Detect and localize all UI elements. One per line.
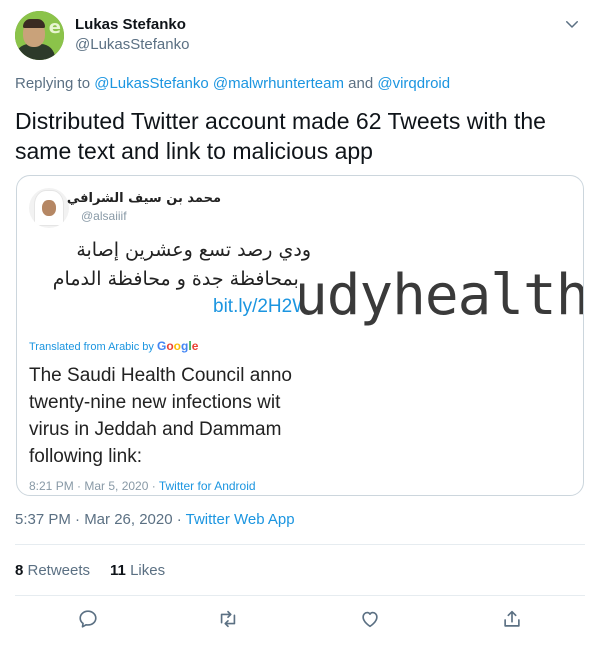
quoted-arabic-text: ودي رصد تسع وعشرين إصابة ، بمحافظة جدة و… [21,236,311,294]
translation-line: twenty-nine new infections wit [29,392,281,413]
translation-line: virus in Jeddah and Dammam [29,419,282,440]
quoted-display-name: محمد بن سيف الشرافي [66,191,221,206]
author-names: Lukas Stefanko @LukasStefanko [75,15,189,61]
tweet-actions [0,604,600,636]
quoted-link[interactable]: bit.ly/2H2W [213,296,310,318]
handle[interactable]: @LukasStefanko [75,35,189,55]
translation-text: The Saudi Health Council anno twenty-nin… [29,362,301,470]
translation-line: The Saudi Health Council anno [29,365,293,386]
retweets-label: Retweets [23,562,91,579]
translated-label: Translated from Arabic by Google [29,339,198,353]
divider [15,544,585,545]
retweet-icon[interactable] [217,608,239,630]
link-preview-image[interactable]: udyhealth [300,266,584,326]
replying-conj: and [343,75,378,92]
tweet-header: e Lukas Stefanko @LukasStefanko [15,11,585,61]
arabic-line: ، بمحافظة جدة و محافظة الدمام [52,268,311,290]
avatar[interactable]: e [15,11,64,60]
share-icon[interactable] [501,608,523,630]
tweet-source[interactable]: Twitter Web App [186,511,295,528]
quoted-avatar [29,188,69,228]
retweets-stat[interactable]: 8 Retweets [15,562,90,579]
tweet-time[interactable]: 5:37 PM · Mar 26, 2020 · [15,511,186,528]
arabic-line: ودي رصد تسع وعشرين إصابة [76,239,311,261]
translation-line: following link: [29,446,142,467]
quoted-handle: @alsaiiif [81,209,127,223]
like-icon[interactable] [359,608,381,630]
quoted-meta: 8:21 PM · Mar 5, 2020 · Twitter for Andr… [29,479,256,493]
quoted-tweet-body: محمد بن سيف الشرافي @alsaiiif ودي رصد تس… [29,182,311,493]
reply-icon[interactable] [77,608,99,630]
divider [15,595,585,596]
chevron-down-icon[interactable] [563,15,581,33]
mention-link[interactable]: @malwrhunterteam [213,75,344,92]
likes-stat[interactable]: 11 Likes [110,562,165,579]
translated-prefix: Translated from Arabic by [29,341,157,353]
google-logo: Google [156,339,199,353]
tweet-stats: 8 Retweets 11 Likes [15,562,165,579]
link-preview-text: udyhealth [300,266,584,326]
display-name[interactable]: Lukas Stefanko [75,15,189,35]
quoted-tweet-card[interactable]: محمد بن سيف الشرافي @alsaiiif ودي رصد تس… [16,175,584,496]
likes-count: 11 [110,562,126,579]
tweet-timestamp: 5:37 PM · Mar 26, 2020 · Twitter Web App [15,511,295,528]
quoted-time: 8:21 PM · Mar 5, 2020 · [29,479,159,493]
replying-prefix: Replying to [15,75,95,92]
replying-to: Replying to @LukasStefanko @malwrhuntert… [15,74,450,94]
avatar-letter: e [48,17,61,38]
likes-label: Likes [125,562,166,579]
mention-link[interactable]: @LukasStefanko [94,75,208,92]
tweet-text: Distributed Twitter account made 62 Twee… [15,108,546,164]
quoted-source[interactable]: Twitter for Android [159,479,256,493]
mention-link[interactable]: @virqdroid [377,75,450,92]
